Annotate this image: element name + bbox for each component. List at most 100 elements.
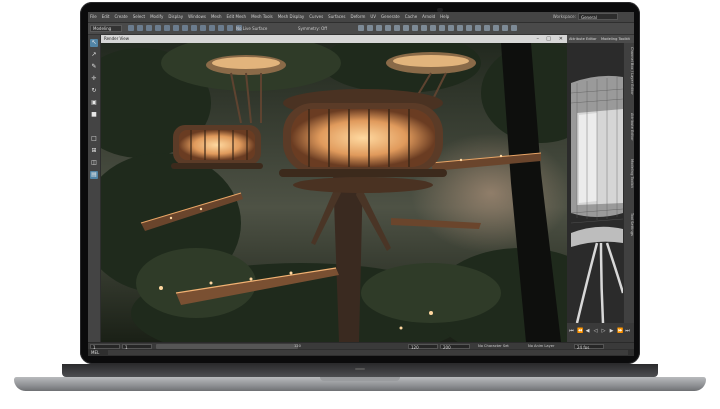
panel-vertical-tabs: Channel Box / Layer Editor Attribute Edi… [623, 43, 634, 323]
command-language-label[interactable]: MEL [91, 350, 99, 355]
save-scene-icon[interactable] [146, 25, 152, 31]
plane-icon[interactable] [448, 25, 454, 31]
render-view-layout-icon[interactable]: ▤ [90, 171, 98, 179]
vtab-modeling-toolkit[interactable]: Modeling Toolkit [626, 159, 634, 188]
hypershade-icon[interactable] [385, 25, 391, 31]
channel-box-icon[interactable] [475, 25, 481, 31]
menu-select[interactable]: Select [133, 14, 145, 20]
menu-cache[interactable]: Cache [405, 14, 417, 20]
scale-tool-icon[interactable]: ▣ [90, 99, 98, 107]
symmetry-label[interactable]: Symmetry: Off [298, 26, 327, 31]
last-tool-icon[interactable]: ■ [90, 111, 98, 119]
wireframe-model [567, 43, 623, 323]
menu-create[interactable]: Create [114, 14, 127, 20]
menu-curves[interactable]: Curves [309, 14, 323, 20]
command-line: MEL [88, 349, 634, 356]
lasso-tool-icon[interactable]: ↗ [90, 51, 98, 59]
render-icons [358, 25, 517, 31]
status-line: Modeling No Live Surface Symmetry: Off [88, 23, 634, 35]
menu-mesh-tools[interactable]: Mesh Tools [251, 14, 273, 20]
hinge-logo [355, 368, 365, 370]
modeling-toolkit-icon[interactable] [511, 25, 517, 31]
render-frame-icon[interactable] [358, 25, 364, 31]
menu-modify[interactable]: Modify [150, 14, 163, 20]
wireframe-viewport[interactable] [567, 43, 623, 323]
snap-grid-icon[interactable] [200, 25, 206, 31]
render-view-title: Render View [104, 36, 130, 41]
go-to-end-icon[interactable]: ⏭ [625, 329, 630, 334]
menu-deform[interactable]: Deform [350, 14, 365, 20]
select-by-hierarchy-icon[interactable] [173, 25, 179, 31]
step-forward-key-icon[interactable]: ⏩ [617, 329, 623, 334]
render-image[interactable] [101, 43, 567, 342]
workspace-select[interactable]: General [578, 13, 618, 20]
single-perspective-layout-icon[interactable]: □ [90, 135, 98, 143]
snap-point-icon[interactable] [218, 25, 224, 31]
step-back-frame-icon[interactable]: ◀ [585, 329, 590, 334]
maya-window: File Edit Create Select Modify Display W… [88, 12, 634, 356]
ipr-render-icon[interactable] [367, 25, 373, 31]
render-view-titlebar: Render View – □ ✕ [101, 35, 567, 43]
vtab-attribute-editor[interactable]: Attribute Editor [626, 113, 634, 141]
cube-icon[interactable] [430, 25, 436, 31]
render-settings-icon[interactable] [376, 25, 382, 31]
mode-select[interactable]: Modeling [90, 25, 122, 32]
torus-icon[interactable] [457, 25, 463, 31]
vtab-tool-settings[interactable]: Tool Settings [626, 213, 634, 236]
menu-windows[interactable]: Windows [188, 14, 206, 20]
menu-bar: File Edit Create Select Modify Display W… [88, 12, 634, 23]
snap-curve-icon[interactable] [209, 25, 215, 31]
command-input[interactable] [108, 350, 628, 355]
new-scene-icon[interactable] [128, 25, 134, 31]
outliner-icon[interactable] [493, 25, 499, 31]
select-tool-icon[interactable]: ↖ [90, 39, 98, 47]
step-forward-frame-icon[interactable]: ▶ [609, 329, 614, 334]
redo-icon[interactable] [164, 25, 170, 31]
menu-edit-mesh[interactable]: Edit Mesh [227, 14, 247, 20]
menu-help[interactable]: Help [440, 14, 449, 20]
rotate-tool-icon[interactable]: ↻ [90, 87, 98, 95]
open-scene-icon[interactable] [137, 25, 143, 31]
minimize-icon[interactable]: – [537, 35, 540, 43]
cylinder-icon[interactable] [439, 25, 445, 31]
menu-arnold[interactable]: Arnold [422, 14, 435, 20]
menu-edit[interactable]: Edit [102, 14, 110, 20]
undo-icon[interactable] [155, 25, 161, 31]
four-view-layout-icon[interactable]: ⊞ [90, 147, 98, 155]
menu-file[interactable]: File [90, 14, 97, 20]
select-by-component-icon[interactable] [191, 25, 197, 31]
play-backwards-icon[interactable]: ◁ [593, 329, 598, 334]
laptop-hinge [62, 364, 658, 377]
step-back-key-icon[interactable]: ⏪ [577, 329, 583, 334]
persp-outliner-layout-icon[interactable]: ◫ [90, 159, 98, 167]
cone-icon[interactable] [466, 25, 472, 31]
menu-mesh-display[interactable]: Mesh Display [278, 14, 305, 20]
workspace-label: Workspace: [552, 14, 576, 19]
vtab-channel-box[interactable]: Channel Box / Layer Editor [626, 47, 634, 95]
menu-generate[interactable]: Generate [381, 14, 400, 20]
live-surface-label[interactable]: No Live Surface [236, 26, 267, 31]
play-forwards-icon[interactable]: ▷ [601, 329, 606, 334]
tool-settings-icon[interactable] [502, 25, 508, 31]
go-to-start-icon[interactable]: ⏮ [569, 329, 574, 334]
tab-modeling-toolkit[interactable]: Modeling Toolkit [601, 35, 630, 43]
menu-display[interactable]: Display [168, 14, 183, 20]
attribute-editor-icon[interactable] [484, 25, 490, 31]
paint-select-icon[interactable]: ✎ [90, 63, 98, 71]
camera-icon[interactable] [412, 25, 418, 31]
status-line-icons [128, 25, 242, 31]
tab-attribute-editor[interactable]: Attribute Editor [569, 35, 597, 43]
sphere-icon[interactable] [421, 25, 427, 31]
light-icon[interactable] [403, 25, 409, 31]
move-tool-icon[interactable]: ✛ [90, 75, 98, 83]
menu-mesh[interactable]: Mesh [211, 14, 222, 20]
close-icon[interactable]: ✕ [559, 35, 563, 43]
arnold-render-icon[interactable] [394, 25, 400, 31]
tool-box: ↖ ↗ ✎ ✛ ↻ ▣ ■ □ ⊞ ◫ ▤ [88, 35, 101, 345]
select-by-object-icon[interactable] [182, 25, 188, 31]
menu-surfaces[interactable]: Surfaces [328, 14, 345, 20]
maximize-icon[interactable]: □ [546, 35, 551, 43]
side-panel-tabs: Attribute Editor Modeling Toolkit [567, 35, 634, 43]
snap-view-plane-icon[interactable] [227, 25, 233, 31]
menu-uv[interactable]: UV [370, 14, 376, 20]
